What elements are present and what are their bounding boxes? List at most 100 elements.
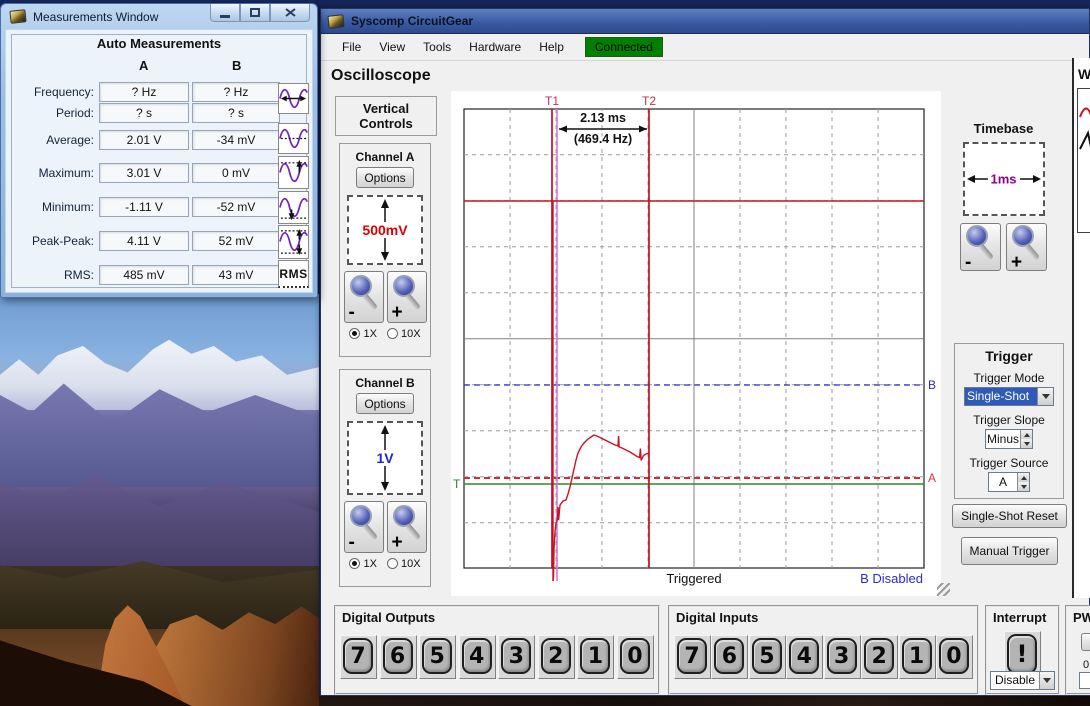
minimize-button[interactable] bbox=[210, 4, 240, 22]
digital-input-4-indicator[interactable]: 4 bbox=[786, 635, 823, 679]
digital-output-1-button[interactable]: 1 bbox=[577, 635, 614, 679]
channel-b-reference-label: B bbox=[928, 378, 936, 392]
app-icon bbox=[9, 9, 26, 24]
maximize-button[interactable] bbox=[240, 4, 270, 22]
channel-b-probe-10x-radio[interactable]: 10X bbox=[387, 558, 421, 570]
digital-output-6-button[interactable]: 6 bbox=[380, 635, 417, 679]
digital-input-0-indicator[interactable]: 0 bbox=[936, 635, 973, 679]
magnifier-minus-icon: - bbox=[961, 222, 1000, 272]
timebase-range-display[interactable]: 1ms bbox=[963, 142, 1045, 216]
channel-a-probe-10x-radio[interactable]: 10X bbox=[387, 328, 421, 340]
column-header-a: A bbox=[139, 58, 148, 73]
pwm-button-partial[interactable] bbox=[1081, 633, 1090, 651]
interrupt-mode-value: Disable bbox=[991, 672, 1039, 689]
digital-input-3-indicator[interactable]: 3 bbox=[824, 635, 861, 679]
t2-cursor-label: T2 bbox=[642, 94, 656, 108]
column-header-b: B bbox=[232, 58, 241, 73]
frequency-a-value: ? Hz bbox=[99, 82, 189, 102]
channel-b-options-button[interactable]: Options bbox=[356, 393, 414, 414]
spinner-arrows-icon[interactable] bbox=[1020, 430, 1032, 448]
channel-b-volts-per-div: 1V bbox=[373, 450, 396, 466]
menu-file[interactable]: File bbox=[333, 36, 370, 58]
vertical-controls-header: Vertical Controls bbox=[335, 96, 437, 136]
channel-b-group: Channel B Options 1V - + 1X 10X bbox=[339, 369, 431, 587]
magnifier-plus-icon: + bbox=[388, 502, 426, 552]
row-label-frequency: Frequency: bbox=[6, 85, 94, 99]
peak-peak-b-value: 52 mV bbox=[192, 231, 280, 251]
t1-cursor-label: T1 bbox=[545, 94, 559, 108]
channel-a-zoom-out-button[interactable]: - bbox=[344, 271, 384, 323]
digital-output-3-button[interactable]: 3 bbox=[498, 635, 535, 679]
channel-b-range-display[interactable]: 1V bbox=[347, 421, 423, 495]
digital-output-4-button[interactable]: 4 bbox=[459, 635, 496, 679]
channel-a-options-button[interactable]: Options bbox=[356, 167, 414, 188]
auto-measurements-heading: Auto Measurements bbox=[6, 36, 312, 51]
channel-b-probe-1x-radio[interactable]: 1X bbox=[349, 558, 377, 570]
trigger-source-spinbox[interactable]: A bbox=[988, 472, 1030, 492]
digital-input-2-indicator[interactable]: 2 bbox=[861, 635, 898, 679]
waveform-shape-icons-partial bbox=[1078, 89, 1090, 232]
timebase-title: Timebase bbox=[954, 121, 1053, 136]
trigger-slope-value: Minus bbox=[986, 430, 1020, 448]
trigger-level-label: T bbox=[453, 477, 461, 491]
close-button[interactable] bbox=[270, 4, 310, 22]
period-b-value: ? s bbox=[192, 103, 280, 123]
measurements-window-title: Measurements Window bbox=[33, 10, 158, 24]
row-label-rms: RMS: bbox=[6, 268, 94, 282]
connected-status-badge[interactable]: Connected bbox=[585, 37, 663, 57]
maximum-icon bbox=[278, 156, 309, 189]
window-caption-buttons bbox=[210, 4, 310, 22]
maximum-b-value: 0 mV bbox=[192, 163, 280, 183]
timebase-zoom-in-button[interactable]: + bbox=[1006, 223, 1047, 271]
trigger-slope-label: Trigger Slope bbox=[955, 413, 1063, 427]
scope-resize-grip[interactable] bbox=[937, 583, 950, 596]
channel-a-range-display[interactable]: 500mV bbox=[347, 195, 423, 265]
spinner-arrows-icon[interactable] bbox=[1017, 473, 1029, 491]
interrupt-title: Interrupt bbox=[993, 610, 1046, 625]
maximum-a-value: 3.01 V bbox=[99, 163, 189, 183]
minimize-icon bbox=[220, 15, 230, 18]
pwm-combobox-partial[interactable] bbox=[1079, 672, 1090, 689]
digital-output-0-button[interactable]: 0 bbox=[617, 635, 654, 679]
close-icon bbox=[285, 8, 296, 17]
menu-view[interactable]: View bbox=[370, 36, 414, 58]
digital-output-7-button[interactable]: 7 bbox=[340, 635, 377, 679]
trigger-slope-spinbox[interactable]: Minus bbox=[985, 429, 1033, 449]
digital-input-6-indicator[interactable]: 6 bbox=[711, 635, 748, 679]
manual-trigger-button[interactable]: Manual Trigger bbox=[961, 537, 1058, 565]
trigger-panel: Trigger Trigger Mode Single-Shot Trigger… bbox=[954, 343, 1064, 499]
channel-a-zoom-in-button[interactable]: + bbox=[387, 271, 427, 323]
menu-help[interactable]: Help bbox=[530, 36, 573, 58]
waveform-icon-box-partial[interactable] bbox=[1077, 88, 1090, 233]
combobox-dropdown-icon[interactable] bbox=[1039, 672, 1054, 689]
frequency-b-value: ? Hz bbox=[192, 82, 280, 102]
minimum-b-value: -52 mV bbox=[192, 197, 280, 217]
average-b-value: -34 mV bbox=[192, 130, 280, 150]
circuitgear-window: Syscomp CircuitGear File View Tools Hard… bbox=[320, 8, 1090, 696]
average-icon bbox=[278, 123, 309, 154]
rms-a-value: 485 mV bbox=[99, 265, 189, 285]
combobox-dropdown-icon[interactable] bbox=[1037, 388, 1053, 405]
timebase-zoom-out-button[interactable]: - bbox=[960, 223, 1001, 271]
circuitgear-titlebar[interactable]: Syscomp CircuitGear bbox=[321, 9, 1089, 34]
channel-a-probe-1x-radio[interactable]: 1X bbox=[349, 328, 377, 340]
channel-a-title: Channel A bbox=[340, 150, 430, 164]
interrupt-mode-combobox[interactable]: Disable bbox=[990, 671, 1055, 690]
digital-output-5-button[interactable]: 5 bbox=[419, 635, 456, 679]
digital-input-5-indicator[interactable]: 5 bbox=[749, 635, 786, 679]
single-shot-reset-button[interactable]: Single-Shot Reset bbox=[952, 504, 1067, 528]
minimum-icon bbox=[278, 191, 309, 224]
channel-b-zoom-out-button[interactable]: - bbox=[344, 501, 384, 553]
waveform-generator-window-partial: W bbox=[1072, 58, 1090, 598]
digital-input-1-indicator[interactable]: 1 bbox=[899, 635, 936, 679]
row-label-average: Average: bbox=[6, 133, 94, 147]
trigger-mode-combobox[interactable]: Single-Shot bbox=[964, 387, 1054, 406]
channel-b-zoom-in-button[interactable]: + bbox=[387, 501, 427, 553]
digital-output-2-button[interactable]: 2 bbox=[538, 635, 575, 679]
digital-outputs-panel: Digital Outputs 7 6 5 4 3 2 1 0 bbox=[334, 605, 660, 695]
digital-input-7-indicator[interactable]: 7 bbox=[674, 635, 711, 679]
scope-display[interactable]: B A T T1 T2 2.13 ms (469.4 Hz) Tr bbox=[451, 91, 941, 596]
menu-tools[interactable]: Tools bbox=[414, 36, 460, 58]
trigger-status-text: Triggered bbox=[666, 571, 721, 586]
menu-hardware[interactable]: Hardware bbox=[460, 36, 530, 58]
